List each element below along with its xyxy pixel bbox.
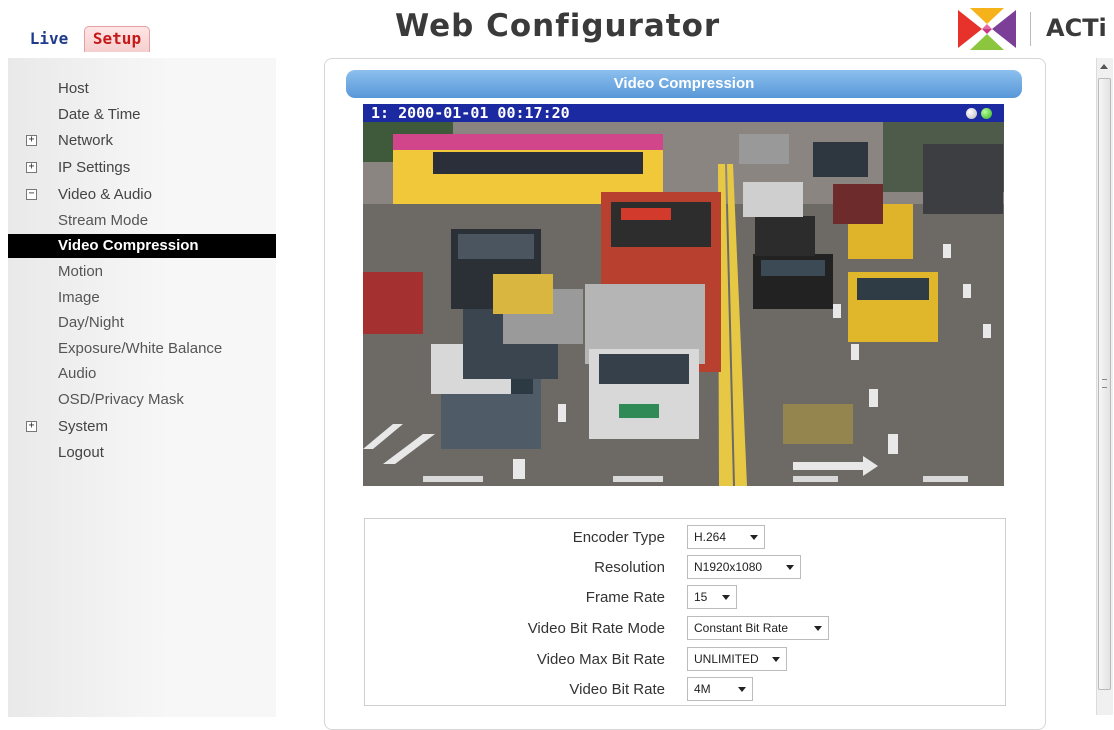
sidebar-item-logout[interactable]: Logout [8, 441, 276, 465]
sidebar-item-host[interactable]: Host [8, 77, 276, 101]
sidebar-item-label: Day/Night [58, 314, 124, 331]
bit-rate-label: Video Bit Rate [569, 681, 665, 698]
sidebar-item-audio[interactable]: Audio [8, 362, 276, 386]
osd-timestamp: 1: 2000-01-01 00:17:20 [371, 104, 570, 122]
sidebar-item-date-time[interactable]: Date & Time [8, 103, 276, 127]
app-title: Web Configurator [395, 8, 721, 44]
sidebar-item-label: Motion [58, 263, 104, 280]
expand-icon[interactable]: + [26, 421, 37, 432]
scrollbar-thumb[interactable] [1098, 78, 1111, 690]
app-header: Live Setup Web Configurator ACTi [0, 0, 1114, 58]
snapshot-icon[interactable] [966, 108, 977, 119]
resolution-label: Resolution [594, 559, 665, 576]
resolution-value: N1920x1080 [694, 560, 763, 574]
max-bit-rate-label: Video Max Bit Rate [536, 651, 665, 668]
bit-rate-mode-value: Constant Bit Rate [694, 621, 789, 635]
sidebar-item-label: Host [58, 80, 89, 97]
encoder-type-label: Encoder Type [572, 529, 665, 546]
sidebar-item-video-compression[interactable]: Video Compression [8, 234, 276, 258]
sidebar-item-osd-privacy-mask[interactable]: OSD/Privacy Mask [8, 388, 276, 412]
logo-divider [1030, 12, 1031, 46]
scroll-up-icon[interactable] [1100, 64, 1108, 69]
expand-icon[interactable]: + [26, 162, 37, 173]
chevron-down-icon [750, 535, 758, 540]
tab-live[interactable]: Live [25, 26, 73, 52]
sidebar-item-label: Image [58, 289, 100, 306]
sidebar-item-label: Video Compression [58, 237, 199, 254]
bit-rate-value: 4M [694, 682, 711, 696]
sidebar-item-label: System [58, 418, 109, 435]
bit-rate-mode-label: Video Bit Rate Mode [527, 620, 665, 637]
max-bit-rate-value: UNLIMITED [694, 652, 759, 666]
chevron-down-icon [814, 626, 822, 631]
sidebar-item-label: OSD/Privacy Mask [58, 391, 184, 408]
street-scene-image [363, 104, 1004, 486]
tab-setup[interactable]: Setup [84, 26, 150, 52]
sidebar-item-label: Date & Time [58, 106, 141, 123]
logo-text: ACTi [1046, 14, 1107, 42]
compression-settings-form: Encoder Type H.264 Resolution N1920x1080… [364, 518, 1006, 706]
sidebar-item-motion[interactable]: Motion [8, 260, 276, 284]
frame-rate-select[interactable]: 15 [687, 585, 737, 609]
live-video-preview[interactable]: 1: 2000-01-01 00:17:20 [363, 104, 1004, 486]
status-light-icon[interactable] [981, 108, 992, 119]
sidebar-item-network[interactable]: + Network [8, 129, 276, 153]
encoder-type-value: H.264 [694, 530, 727, 544]
sidebar-item-ip-settings[interactable]: + IP Settings [8, 156, 276, 180]
chevron-down-icon [786, 565, 794, 570]
grip-icon [1102, 379, 1107, 388]
sidebar-item-label: Video & Audio [58, 186, 152, 203]
sidebar-item-day-night[interactable]: Day/Night [8, 311, 276, 335]
sidebar-item-system[interactable]: + System [8, 415, 276, 439]
chevron-down-icon [738, 687, 746, 692]
expand-icon[interactable]: + [26, 135, 37, 146]
acti-logo-icon [958, 8, 1016, 50]
sidebar-item-label: Logout [58, 444, 104, 461]
sidebar-item-label: Network [58, 132, 114, 149]
bit-rate-select[interactable]: 4M [687, 677, 753, 701]
sidebar-item-label: Stream Mode [58, 212, 149, 229]
collapse-icon[interactable]: − [26, 189, 37, 200]
frame-rate-label: Frame Rate [585, 589, 665, 606]
section-title: Video Compression [346, 70, 1022, 98]
encoder-type-select[interactable]: H.264 [687, 525, 765, 549]
sidebar-item-stream-mode[interactable]: Stream Mode [8, 209, 276, 233]
sidebar-item-label: Exposure/White Balance [58, 340, 223, 357]
osd-bar: 1: 2000-01-01 00:17:20 [363, 104, 1004, 122]
sidebar-item-image[interactable]: Image [8, 286, 276, 310]
max-bit-rate-select[interactable]: UNLIMITED [687, 647, 787, 671]
sidebar-item-exposure-white-balance[interactable]: Exposure/White Balance [8, 337, 276, 361]
chevron-down-icon [772, 657, 780, 662]
chevron-down-icon [722, 595, 730, 600]
resolution-select[interactable]: N1920x1080 [687, 555, 801, 579]
frame-rate-value: 15 [694, 590, 708, 604]
sidebar-item-label: IP Settings [58, 159, 131, 176]
sidebar: Host Date & Time + Network + IP Settings… [8, 58, 276, 717]
sidebar-item-label: Audio [58, 365, 97, 382]
bit-rate-mode-select[interactable]: Constant Bit Rate [687, 616, 829, 640]
sidebar-item-video-audio[interactable]: − Video & Audio [8, 183, 276, 207]
